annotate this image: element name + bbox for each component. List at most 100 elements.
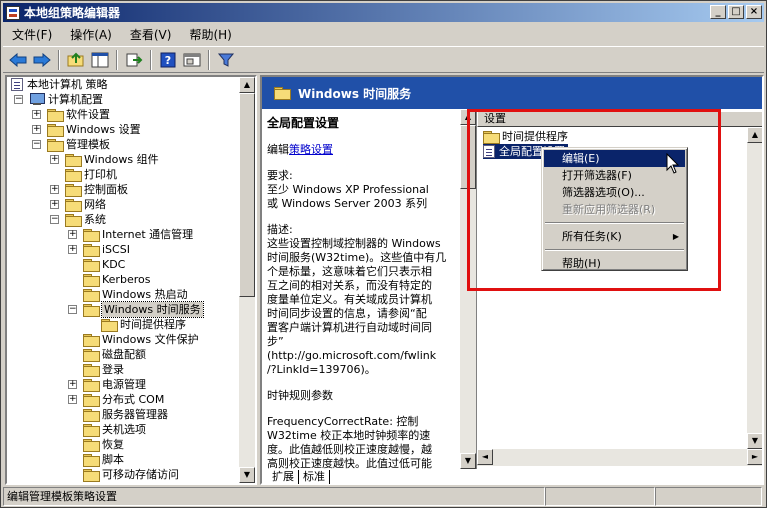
tree-item[interactable]: 本地计算机 策略 [11,77,108,92]
scroll-up-button[interactable]: ▲ [747,127,762,143]
tree-item[interactable]: 计算机配置 [29,92,103,107]
folder-icon [101,318,118,332]
folder-icon [65,183,82,197]
folder-icon [65,168,82,182]
edit-policy-link[interactable]: 策略设置 [289,143,333,156]
tree-item-label: Windows 热启动 [102,288,188,301]
tree-item[interactable]: 分布式 COM [83,392,164,407]
expand-toggle[interactable]: − [32,140,41,149]
expand-toggle[interactable]: + [68,230,77,239]
tree-item[interactable]: 管理模板 [47,137,110,152]
menu-separator [545,249,684,251]
toolbar: ? [3,46,764,73]
expand-toggle[interactable]: + [68,380,77,389]
tree-item[interactable]: 软件设置 [47,107,110,122]
tree-item[interactable]: 登录 [83,362,124,377]
tree-item-label: KDC [102,258,126,271]
tab-standard[interactable]: 标准 [299,470,330,484]
tree-item-label: 控制面板 [84,183,128,196]
tab-extended[interactable]: 扩展 [268,470,299,484]
tree-item[interactable]: Windows 文件保护 [83,332,199,347]
up-folder-icon[interactable] [65,49,87,71]
expand-toggle[interactable]: − [50,215,59,224]
help-icon[interactable]: ? [157,49,179,71]
expand-toggle[interactable]: + [68,395,77,404]
description-line: 互之间的相对关系，而没有特定的 [267,279,432,292]
expand-toggle[interactable]: + [32,125,41,134]
tree-item[interactable]: 系统 [65,212,106,227]
status-panel [655,487,762,506]
scroll-up-button[interactable]: ▲ [239,77,255,93]
tree-item[interactable]: 可移动存储访问 [83,467,179,482]
expand-toggle[interactable]: + [32,110,41,119]
expand-toggle[interactable]: + [68,245,77,254]
tree-item[interactable]: Windows 设置 [47,122,141,137]
folder-icon [483,130,500,144]
tree-item-label: 脚本 [102,453,124,466]
tree-item[interactable]: 时间提供程序 [101,317,186,332]
tree-item[interactable]: 恢复 [83,437,124,452]
expand-toggle[interactable]: + [50,200,59,209]
tree-item[interactable]: KDC [83,257,125,272]
scroll-thumb[interactable] [460,125,476,189]
folder-icon [83,258,100,272]
scroll-up-button[interactable]: ▲ [460,109,476,125]
tree-vertical-scrollbar[interactable]: ▲ ▼ [239,77,255,483]
filter-icon[interactable] [215,49,237,71]
menu-action[interactable]: 操作(A) [61,24,121,45]
export-icon[interactable] [123,49,145,71]
close-button[interactable]: × [746,5,762,19]
scroll-down-button[interactable]: ▼ [460,453,476,469]
expand-toggle[interactable]: + [50,155,59,164]
description-line: (http://go.microsoft.com/fwlink [267,349,437,362]
minimize-button[interactable]: _ [710,5,726,19]
tree-item[interactable]: Windows 热启动 [83,287,188,302]
context-menu-item[interactable]: 帮助(H) [544,255,685,272]
expand-toggle[interactable]: + [50,185,59,194]
forward-icon[interactable] [31,49,53,71]
show-tree-icon[interactable] [89,49,111,71]
expand-toggle[interactable]: − [68,305,77,314]
context-menu-item[interactable]: 筛选器选项(O)... [544,184,685,201]
context-menu-item[interactable]: 打开筛选器(F) [544,167,685,184]
expand-toggle[interactable]: − [14,95,23,104]
tree-item-label: 时间提供程序 [120,318,186,331]
menu-file[interactable]: 文件(F) [3,24,61,45]
tree-item[interactable]: 打印机 [65,167,117,182]
list-horizontal-scrollbar[interactable]: ◄ ► [477,449,762,466]
tree-item[interactable]: 脚本 [83,452,124,467]
maximize-button[interactable]: □ [728,5,744,19]
tree-item[interactable]: 服务器管理器 [83,407,168,422]
column-header-setting[interactable]: 设置 [477,111,762,127]
list-item[interactable]: 时间提供程序 [483,129,568,144]
tree-item[interactable]: Internet 通信管理 [83,227,193,242]
scroll-thumb[interactable] [239,93,255,297]
tree-item[interactable]: 网络 [65,197,106,212]
description-line: 步” [267,335,284,348]
menu-help[interactable]: 帮助(H) [180,24,240,45]
description-scrollbar[interactable]: ▲ ▼ [460,109,476,469]
tree-item[interactable]: 磁盘配额 [83,347,146,362]
tree-item[interactable]: Windows 组件 [65,152,159,167]
list-vertical-scrollbar[interactable]: ▲ ▼ [747,127,762,449]
menu-view[interactable]: 查看(V) [121,24,181,45]
folder-icon [83,393,100,407]
back-icon[interactable] [7,49,29,71]
scroll-down-button[interactable]: ▼ [747,433,762,449]
tree-item[interactable]: 关机选项 [83,422,146,437]
scroll-left-button[interactable]: ◄ [477,449,493,465]
tree-item[interactable]: Windows 时间服务 [83,301,204,318]
scroll-down-button[interactable]: ▼ [239,467,255,483]
context-menu-item[interactable]: 编辑(E) [544,150,685,167]
tree-item[interactable]: iSCSI [83,242,130,257]
scroll-right-button[interactable]: ► [747,449,762,465]
description-line: 描述: [267,223,293,236]
tree-item[interactable]: 电源管理 [83,377,146,392]
tree-item[interactable]: Kerberos [83,272,150,287]
context-menu-item[interactable]: 所有任务(K) ▶ [544,228,685,245]
description-line: 置客户端计算机进行自动域时间同 [267,321,432,334]
description-line: 时钟规则参数 [267,389,333,402]
tree-item[interactable]: 控制面板 [65,182,128,197]
edit-prefix: 编辑 [267,143,289,156]
properties-icon[interactable] [181,49,203,71]
